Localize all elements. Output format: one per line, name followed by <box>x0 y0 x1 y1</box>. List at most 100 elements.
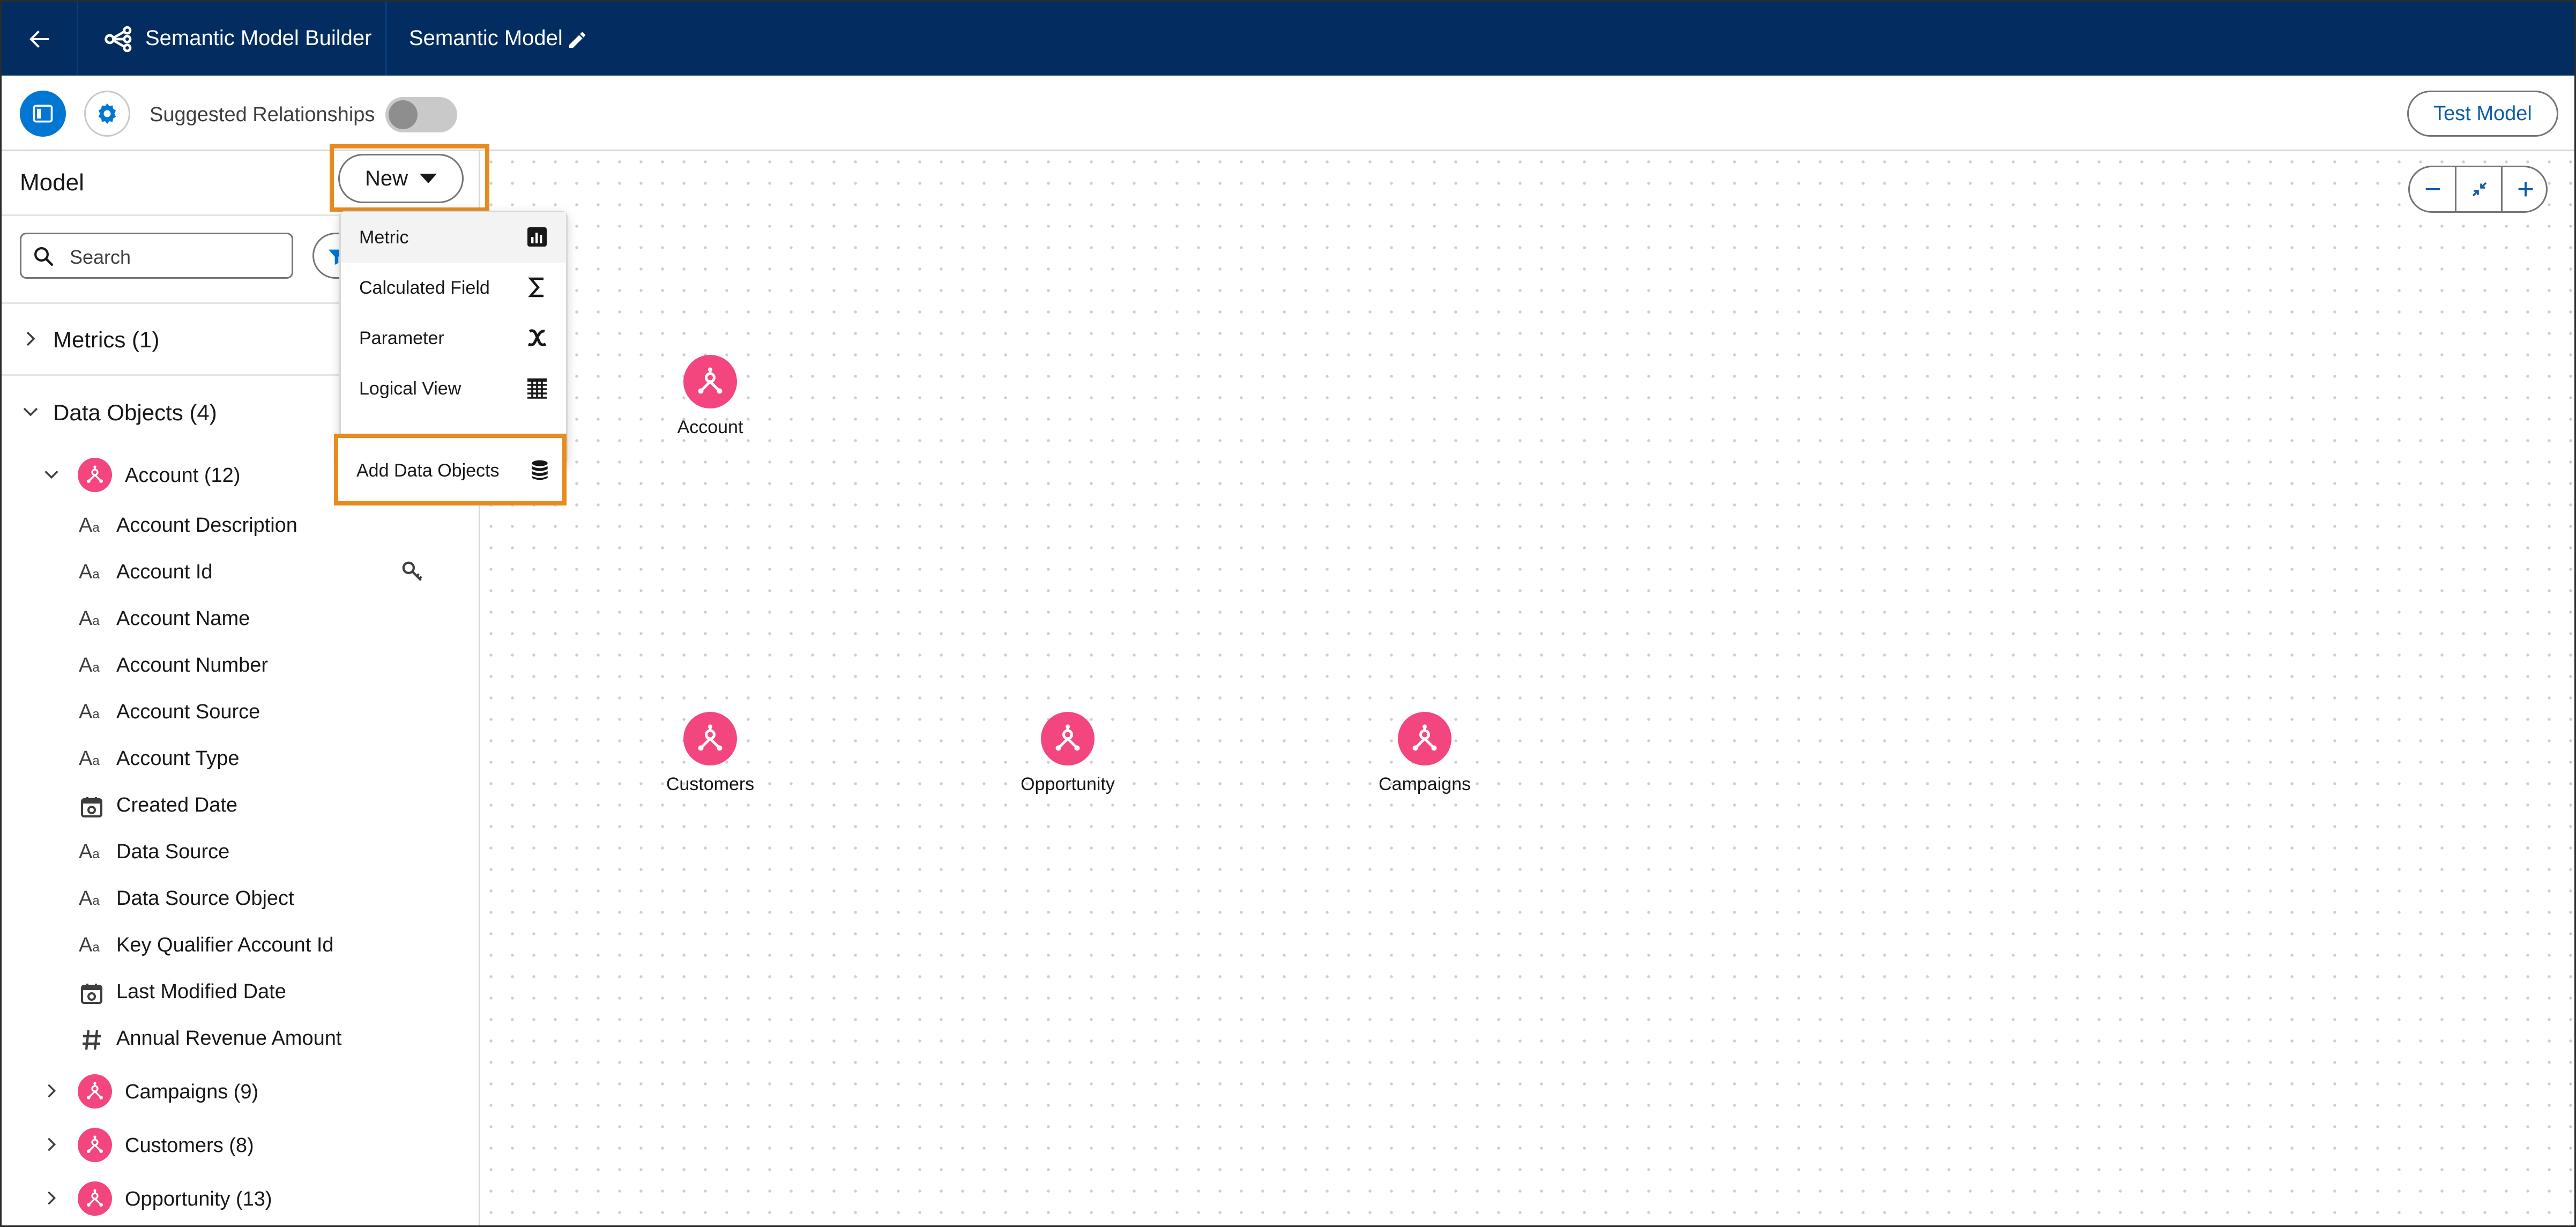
gear-icon <box>98 103 116 124</box>
chevron-right-icon <box>48 1137 56 1151</box>
calendar-icon <box>81 797 102 817</box>
canvas-node-customers[interactable]: Customers <box>646 712 775 819</box>
header-divider <box>77 2 78 76</box>
field-row[interactable]: Aa Account Number <box>2 642 479 689</box>
suggested-relationships-label: Suggested Relationships <box>150 103 375 126</box>
field-row[interactable]: Aa Account Name <box>2 596 479 642</box>
field-label: Account Id <box>116 561 213 583</box>
node-label: Opportunity <box>1021 774 1115 794</box>
text-field-icon: Aa <box>79 607 100 630</box>
text-field-icon: Aa <box>79 701 100 723</box>
field-label: Account Type <box>116 747 240 770</box>
node-label: Account <box>677 417 743 437</box>
text-field-icon: Aa <box>79 514 100 537</box>
node-label: Customers <box>666 774 755 794</box>
field-row[interactable]: Aa Account Type <box>2 735 479 782</box>
data-object-campaigns[interactable]: Campaigns (9) <box>2 1067 479 1115</box>
field-row[interactable]: Aa Account Description <box>2 502 479 549</box>
toggle-panel-button[interactable] <box>20 91 66 137</box>
sigma-icon <box>528 277 544 298</box>
data-object-label: Customers (8) <box>125 1134 254 1157</box>
zoom-controls <box>2408 166 2548 213</box>
menu-item-metric[interactable]: Metric <box>341 212 566 263</box>
suggested-relationships-toggle[interactable] <box>385 97 457 132</box>
text-field-icon: Aa <box>79 561 100 583</box>
fit-to-screen-button[interactable] <box>2456 167 2503 211</box>
data-object-icon <box>78 1181 112 1216</box>
top-header-bar: Semantic Model Builder Semantic Model <box>2 2 2574 76</box>
table-grid-icon <box>527 378 547 399</box>
test-model-button[interactable]: Test Model <box>2407 91 2558 137</box>
chevron-right-icon <box>48 1084 56 1098</box>
field-row[interactable]: Aa Account Source <box>2 689 479 735</box>
text-field-icon: Aa <box>79 934 100 956</box>
back-button[interactable] <box>18 18 61 61</box>
sidebar-title: Model <box>20 169 84 196</box>
caret-down-icon <box>420 174 437 183</box>
data-object-label: Campaigns (9) <box>125 1081 259 1103</box>
zoom-out-button[interactable] <box>2410 167 2456 211</box>
calendar-icon <box>81 984 102 1004</box>
field-label: Annual Revenue Amount <box>116 1027 342 1050</box>
model-name: Semantic Model <box>409 26 563 50</box>
data-object-icon <box>78 1128 112 1162</box>
menu-item-add-data-objects[interactable]: Add Data Objects <box>334 434 567 505</box>
field-row[interactable]: Created Date <box>2 782 479 829</box>
new-button[interactable]: New <box>338 154 464 203</box>
data-object-icon <box>78 1074 112 1109</box>
text-field-icon: Aa <box>79 747 100 770</box>
menu-item-calculated-field[interactable]: Calculated Field <box>341 263 566 313</box>
search-icon <box>34 247 54 266</box>
menu-item-logical-view[interactable]: Logical View <box>341 363 566 414</box>
data-object-label: Account (12) <box>125 464 241 487</box>
menu-item-parameter[interactable]: Parameter <box>341 313 566 363</box>
chevron-right-icon <box>26 331 35 346</box>
search-placeholder: Search <box>70 246 131 268</box>
data-object-icon <box>683 355 737 408</box>
chevron-right-icon <box>48 1191 56 1205</box>
chevron-down-icon <box>44 471 58 479</box>
field-row[interactable]: Aa Data Source <box>2 829 479 875</box>
model-canvas[interactable]: Account Customers Opportunity Campaigns <box>480 151 2574 1225</box>
data-object-icon <box>683 712 737 765</box>
field-label: Created Date <box>116 794 238 816</box>
panel-left-icon <box>33 105 53 123</box>
data-objects-section-label: Data Objects (4) <box>53 400 217 425</box>
data-object-opportunity[interactable]: Opportunity (13) <box>2 1174 479 1222</box>
new-button-label: New <box>364 166 408 190</box>
header-divider <box>385 2 387 76</box>
app-title: Semantic Model Builder <box>145 26 372 50</box>
text-field-icon: Aa <box>79 887 100 910</box>
minus-icon <box>2425 188 2440 190</box>
canvas-node-account[interactable]: Account <box>646 355 775 462</box>
variable-x-icon <box>527 329 547 346</box>
key-icon <box>402 561 422 581</box>
text-field-icon: Aa <box>79 841 100 863</box>
field-label: Key Qualifier Account Id <box>116 934 334 956</box>
canvas-node-campaigns[interactable]: Campaigns <box>1360 712 1489 819</box>
text-field-icon: Aa <box>79 654 100 676</box>
field-label: Account Number <box>116 654 269 676</box>
menu-item-label: Logical View <box>359 378 461 399</box>
data-object-icon <box>1398 712 1451 765</box>
data-object-customers[interactable]: Customers (8) <box>2 1120 479 1169</box>
search-input[interactable]: Search <box>20 233 293 279</box>
field-row[interactable]: Annual Revenue Amount <box>2 1015 479 1062</box>
field-row[interactable]: Last Modified Date <box>2 969 479 1015</box>
toggle-knob <box>389 100 418 129</box>
canvas-node-opportunity[interactable]: Opportunity <box>1003 712 1132 819</box>
field-row[interactable]: Aa Account Id <box>2 549 479 596</box>
field-row[interactable]: Aa Data Source Object <box>2 875 479 922</box>
field-label: Account Description <box>116 514 297 537</box>
data-object-icon <box>78 458 112 492</box>
model-settings-button[interactable] <box>84 91 130 137</box>
plus-icon <box>2518 182 2533 197</box>
zoom-in-button[interactable] <box>2503 167 2549 211</box>
new-dropdown-menu: Metric Calculated Field Parameter Logica… <box>339 211 568 466</box>
semantic-model-icon <box>105 26 132 53</box>
field-row[interactable]: Aa Key Qualifier Account Id <box>2 922 479 969</box>
toolbar: Suggested Relationships Test Model <box>2 76 2574 151</box>
arrow-left-icon <box>29 31 49 48</box>
pencil-edit-icon[interactable] <box>567 29 588 51</box>
app-window: Semantic Model Builder Semantic Model Su… <box>0 0 2576 1227</box>
